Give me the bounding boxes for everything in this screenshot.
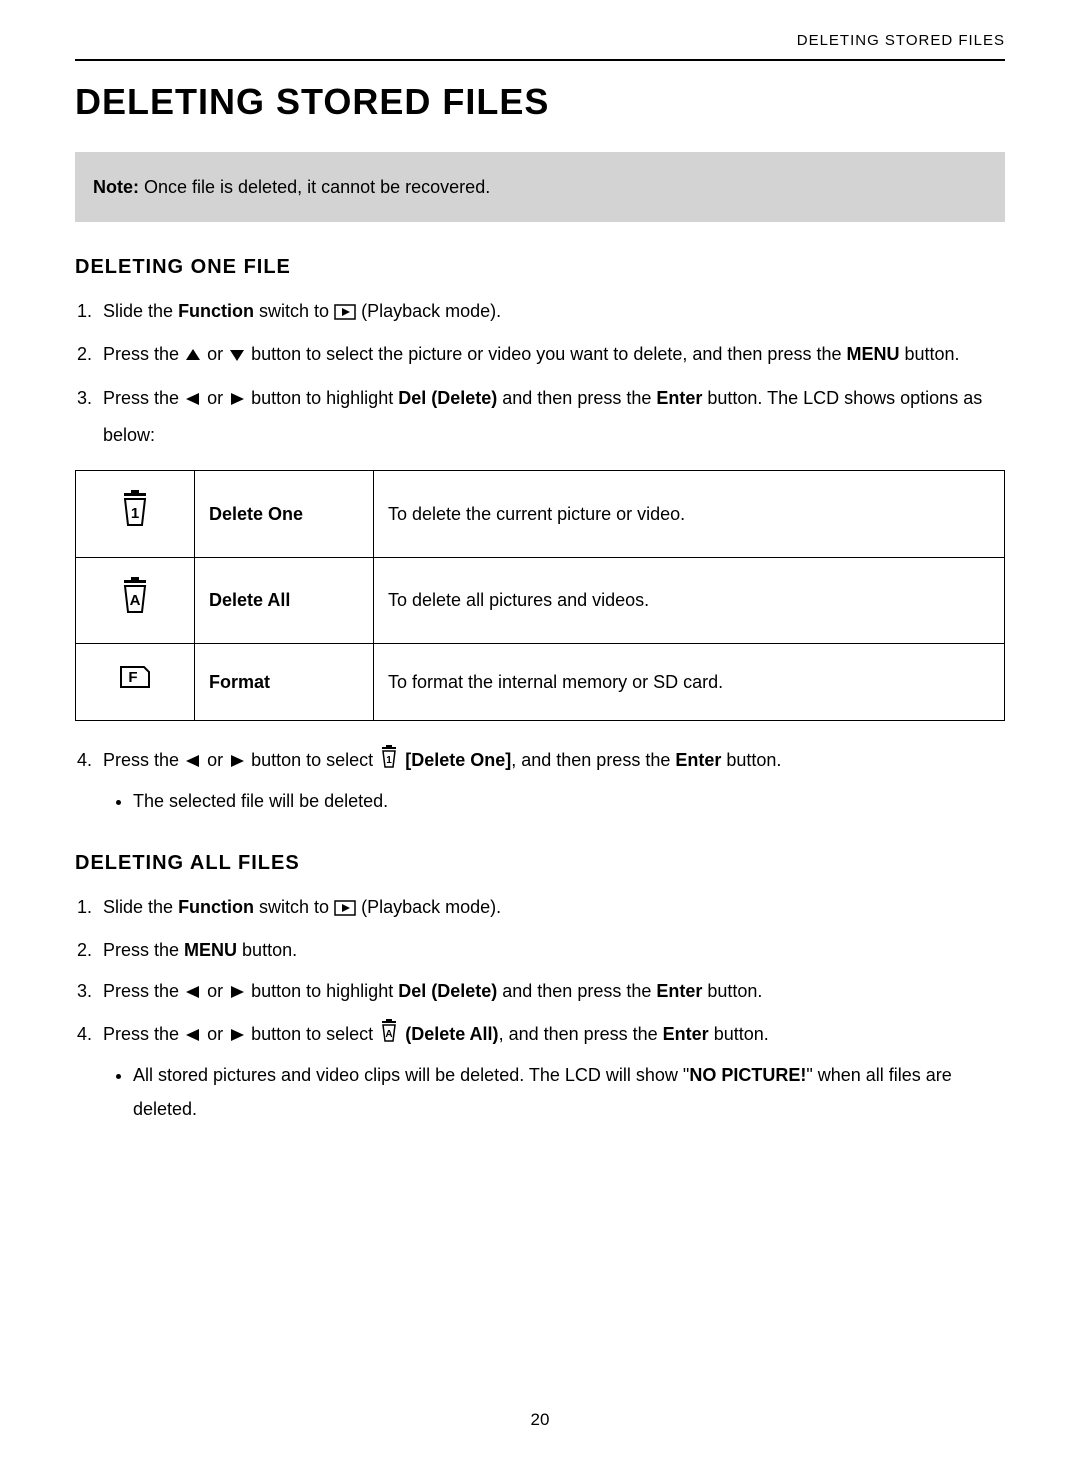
steps-deleting-one: Slide the Function switch to (Playback m… xyxy=(97,294,1005,452)
trash-one-icon: 1 xyxy=(378,745,400,780)
note-box: Note: Once file is deleted, it cannot be… xyxy=(75,152,1005,223)
left-arrow-icon xyxy=(184,384,202,418)
page-title: DELETING STORED FILES xyxy=(75,71,1005,132)
step-4-sub: The selected file will be deleted. xyxy=(133,784,1005,818)
steps-deleting-all: Slide the Function switch to (Playback m… xyxy=(97,890,1005,1126)
step-1: Slide the Function switch to (Playback m… xyxy=(97,294,1005,331)
format-icon-cell: F xyxy=(76,644,195,721)
step-b1: Slide the Function switch to (Playback m… xyxy=(97,890,1005,927)
header-section-label: DELETING STORED FILES xyxy=(75,28,1005,61)
playback-icon xyxy=(334,297,356,331)
svg-text:1: 1 xyxy=(131,505,139,522)
format-desc: To format the internal memory or SD card… xyxy=(374,644,1005,721)
note-text: Once file is deleted, it cannot be recov… xyxy=(139,177,490,197)
page-number: 20 xyxy=(75,1406,1005,1435)
delete-one-icon-cell: 1 xyxy=(76,471,195,558)
left-arrow-icon xyxy=(184,746,202,780)
step-3: Press the or button to highlight Del (De… xyxy=(97,381,1005,452)
table-row: A Delete All To delete all pictures and … xyxy=(76,557,1005,644)
steps-deleting-one-cont: Press the or button to select 1 [Delete … xyxy=(97,743,1005,818)
table-row: 1 Delete One To delete the current pictu… xyxy=(76,471,1005,558)
svg-text:A: A xyxy=(130,592,141,609)
delete-one-desc: To delete the current picture or video. xyxy=(374,471,1005,558)
trash-one-icon: 1 xyxy=(116,489,154,539)
step-4: Press the or button to select 1 [Delete … xyxy=(97,743,1005,818)
format-label: Format xyxy=(195,644,374,721)
playback-icon xyxy=(334,893,356,927)
note-label: Note: xyxy=(93,177,139,197)
left-arrow-icon xyxy=(184,1020,202,1054)
format-icon: F xyxy=(116,662,154,702)
svg-text:F: F xyxy=(128,669,137,686)
delete-one-label: Delete One xyxy=(195,471,374,558)
options-table: 1 Delete One To delete the current pictu… xyxy=(75,470,1005,721)
section-heading-deleting-all: DELETING ALL FILES xyxy=(75,846,1005,880)
right-arrow-icon xyxy=(228,1020,246,1054)
table-row: F Format To format the internal memory o… xyxy=(76,644,1005,721)
step-b2: Press the MENU button. xyxy=(97,933,1005,967)
trash-all-icon: A xyxy=(378,1019,400,1054)
step-2: Press the or button to select the pictur… xyxy=(97,337,1005,374)
delete-all-label: Delete All xyxy=(195,557,374,644)
step-b4: Press the or button to select A (Delete … xyxy=(97,1017,1005,1127)
up-arrow-icon xyxy=(184,340,202,374)
right-arrow-icon xyxy=(228,746,246,780)
delete-all-desc: To delete all pictures and videos. xyxy=(374,557,1005,644)
svg-text:1: 1 xyxy=(386,755,392,766)
down-arrow-icon xyxy=(228,340,246,374)
step-b4-sub: All stored pictures and video clips will… xyxy=(133,1058,1005,1126)
trash-all-icon: A xyxy=(116,576,154,626)
svg-text:A: A xyxy=(386,1029,393,1040)
step-b3: Press the or button to highlight Del (De… xyxy=(97,974,1005,1011)
left-arrow-icon xyxy=(184,977,202,1011)
right-arrow-icon xyxy=(228,977,246,1011)
right-arrow-icon xyxy=(228,384,246,418)
section-heading-deleting-one: DELETING ONE FILE xyxy=(75,250,1005,284)
delete-all-icon-cell: A xyxy=(76,557,195,644)
